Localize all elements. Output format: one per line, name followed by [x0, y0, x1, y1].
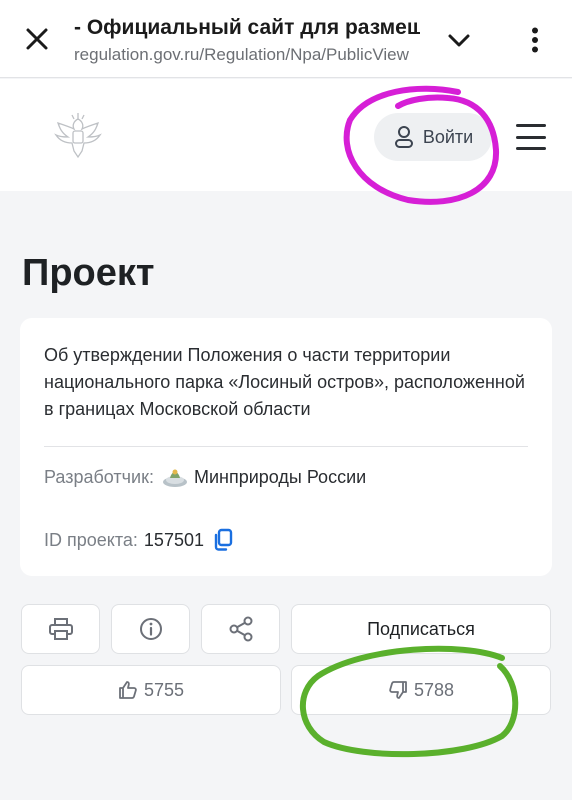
site-header: Войти: [0, 79, 572, 191]
share-button[interactable]: [201, 604, 280, 654]
developer-row: Разработчик: Минприроды России: [44, 466, 366, 488]
share-icon: [229, 616, 252, 642]
menu-icon[interactable]: [514, 121, 548, 153]
project-id-value: 157501: [143, 529, 204, 550]
subscribe-button[interactable]: Подписаться: [291, 604, 551, 654]
info-button[interactable]: [111, 604, 190, 654]
login-label: Войти: [422, 126, 474, 147]
copy-icon[interactable]: [212, 528, 234, 552]
subscribe-label: Подписаться: [367, 618, 475, 639]
project-id-row: ID проекта: 157501: [44, 528, 234, 552]
project-description: Об утверждении Положения о части террито…: [44, 345, 525, 419]
print-icon: [48, 618, 73, 640]
user-icon: [394, 126, 413, 148]
project-card: Об утверждении Положения о части террито…: [20, 318, 552, 576]
divider: [44, 446, 528, 447]
like-count: 5755: [143, 679, 185, 700]
developer-name[interactable]: Минприроды России: [194, 467, 366, 488]
developer-label: Разработчик:: [44, 466, 154, 487]
more-vert-icon[interactable]: [520, 22, 550, 58]
browser-page-title: - Официальный сайт для размещ: [74, 16, 420, 39]
ministry-logo-icon: [162, 469, 187, 487]
browser-toolbar: - Официальный сайт для размещ regulation…: [0, 0, 572, 78]
thumb-down-icon: [389, 681, 407, 699]
page-title: Проект: [22, 252, 155, 294]
emblem-icon[interactable]: [50, 111, 106, 161]
print-button[interactable]: [21, 604, 100, 654]
dislike-count: 5788: [413, 679, 455, 700]
close-icon[interactable]: [20, 22, 54, 56]
thumb-up-icon: [119, 681, 137, 699]
chevron-down-icon[interactable]: [442, 24, 476, 58]
browser-url[interactable]: regulation.gov.ru/Regulation/Npa/PublicV…: [74, 45, 420, 65]
info-icon: [139, 618, 162, 640]
dislike-button[interactable]: 5788: [291, 665, 551, 715]
project-id-label: ID проекта:: [44, 529, 138, 550]
like-button[interactable]: 5755: [21, 665, 281, 715]
login-button[interactable]: Войти: [374, 113, 492, 161]
